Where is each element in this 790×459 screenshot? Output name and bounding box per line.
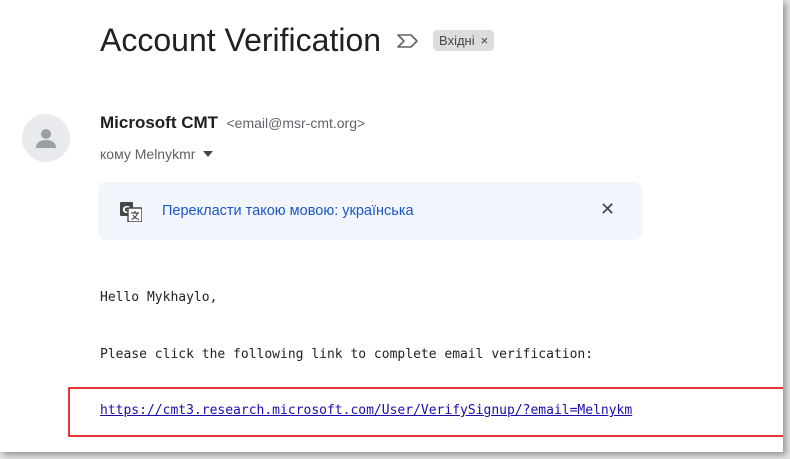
translate-link[interactable]: Перекласти такою мовою: українська: [162, 203, 414, 219]
subject-row: Account Verification Вхідні ×: [100, 22, 495, 59]
email-subject: Account Verification: [100, 22, 382, 58]
close-icon[interactable]: ✕: [600, 199, 615, 220]
email-view: Account Verification Вхідні × Microsoft …: [0, 0, 783, 452]
sender-row: Microsoft CMT <email@msr-cmt.org>: [100, 113, 365, 133]
translate-icon: G: [120, 202, 142, 222]
recipient-text: кому Melnykmr: [100, 146, 196, 162]
recipient-details[interactable]: кому Melnykmr: [100, 146, 214, 162]
email-greeting: Hello Mykhaylo,: [100, 290, 218, 305]
email-instruction: Please click the following link to compl…: [100, 347, 594, 362]
verification-link[interactable]: https://cmt3.research.microsoft.com/User…: [100, 403, 632, 418]
sender-email: <email@msr-cmt.org>: [226, 115, 366, 131]
label-chip-inbox[interactable]: Вхідні ×: [433, 30, 495, 51]
translate-bar: G Перекласти такою мовою: українська ✕: [98, 182, 642, 240]
sender-avatar: [22, 114, 70, 162]
label-chip-remove-icon[interactable]: ×: [481, 33, 489, 48]
sender-name: Microsoft CMT: [100, 113, 219, 132]
chevron-down-icon[interactable]: [203, 151, 214, 157]
avatar-person-icon: [36, 129, 56, 148]
important-marker-icon[interactable]: [395, 31, 421, 51]
label-chip-text: Вхідні: [439, 33, 475, 48]
